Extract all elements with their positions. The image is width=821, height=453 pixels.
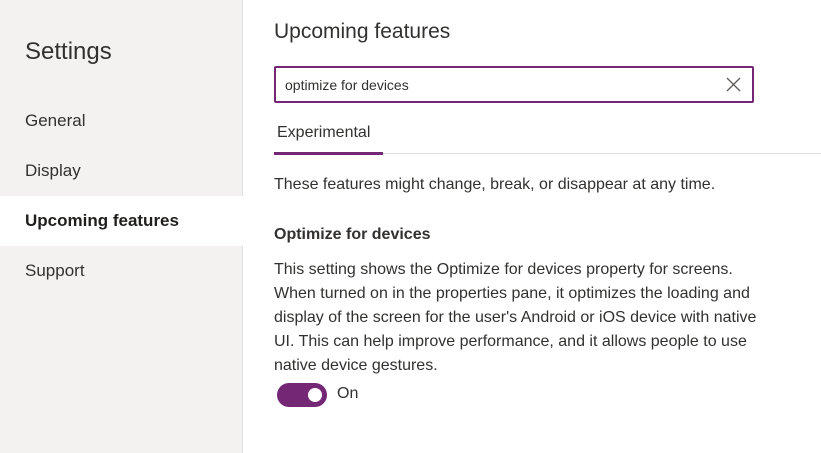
settings-sidebar: Settings General Display Upcoming featur… <box>0 0 243 453</box>
feature-description: This setting shows the Optimize for devi… <box>274 261 757 374</box>
page-title: Upcoming features <box>274 20 451 43</box>
tab-experimental[interactable]: Experimental <box>274 118 373 154</box>
sidebar-item-general[interactable]: General <box>0 96 243 146</box>
tab-bar: Experimental <box>274 118 821 155</box>
tab-experimental-label: Experimental <box>277 124 371 141</box>
feature-title: Optimize for devices <box>274 226 431 243</box>
sidebar-item-support[interactable]: Support <box>0 246 243 296</box>
toggle-knob <box>308 388 322 402</box>
main-panel: Upcoming features Experimental These fea… <box>274 0 821 453</box>
close-icon[interactable] <box>725 76 742 93</box>
search-input[interactable] <box>285 68 715 101</box>
sidebar-item-display[interactable]: Display <box>0 146 243 196</box>
sidebar-nav: General Display Upcoming features Suppor… <box>0 96 243 296</box>
toggle-state-label: On <box>337 385 359 402</box>
sidebar-item-upcoming-features[interactable]: Upcoming features <box>0 196 243 246</box>
optimize-for-devices-toggle[interactable] <box>277 383 327 407</box>
features-description: These features might change, break, or d… <box>274 176 716 193</box>
sidebar-title: Settings <box>25 38 112 65</box>
tab-selected-indicator <box>274 152 383 155</box>
search-box <box>274 66 754 103</box>
